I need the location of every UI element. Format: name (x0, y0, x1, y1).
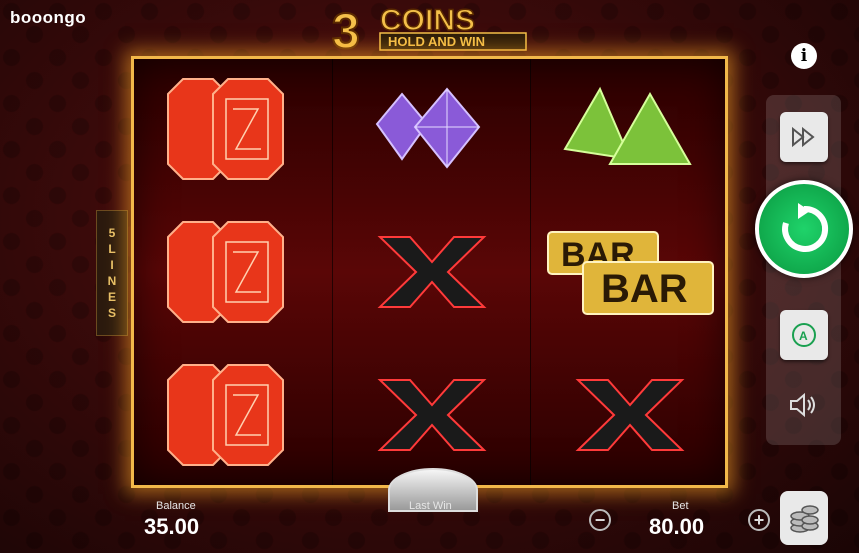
bet-value: 80.00 (649, 514, 705, 539)
bet-menu-button[interactable] (780, 491, 828, 545)
logo-subtitle: HOLD AND WIN (388, 34, 485, 49)
coin-stack-icon (790, 505, 819, 533)
logo-number: 3 (332, 3, 360, 54)
red-gem-symbol (134, 345, 332, 485)
purple-diamond-symbol (333, 59, 531, 199)
bar-text: BAR (601, 267, 688, 311)
lines-letter: I (110, 258, 114, 272)
x-symbol (333, 202, 531, 342)
sound-button[interactable] (780, 380, 828, 430)
x-symbol (531, 345, 725, 485)
autoplay-button[interactable]: A (780, 310, 828, 360)
info-button[interactable]: i (791, 43, 817, 69)
spin-button[interactable] (755, 180, 853, 278)
bar-symbol: BAR BAR (531, 202, 725, 342)
spin-icon (782, 203, 829, 252)
bet-increase-button[interactable]: + (748, 509, 770, 531)
speaker-icon (790, 392, 815, 418)
logo-title: COINS (380, 4, 475, 37)
green-triangle-symbol (531, 59, 725, 199)
last-win-label: Last Win (409, 500, 452, 512)
lines-letter: E (107, 290, 116, 304)
svg-text:A: A (799, 329, 808, 343)
autoplay-icon: A (792, 323, 816, 347)
x-symbol (333, 345, 531, 485)
game-logo: 3 COINS HOLD AND WIN (331, 2, 527, 54)
brand-logo: booongo (10, 8, 87, 27)
red-gem-symbol (134, 202, 332, 342)
lines-letter: N (107, 274, 117, 288)
reels-frame: BAR BAR (131, 56, 728, 488)
lines-letter: S (107, 306, 116, 320)
balance-label: Balance (156, 500, 196, 512)
turbo-button[interactable] (780, 112, 828, 162)
reel-3: BAR BAR (530, 59, 725, 485)
lines-letter: L (108, 242, 116, 256)
bet-label: Bet (672, 500, 689, 512)
lines-indicator: 5 L I N E S (96, 210, 128, 336)
reel-2 (332, 59, 531, 485)
bet-decrease-button[interactable]: − (589, 509, 611, 531)
lines-count: 5 (108, 226, 116, 240)
balance-value: 35.00 (144, 514, 200, 539)
red-gem-symbol (134, 59, 332, 199)
reel-1 (134, 59, 332, 485)
fast-forward-icon (792, 126, 815, 148)
